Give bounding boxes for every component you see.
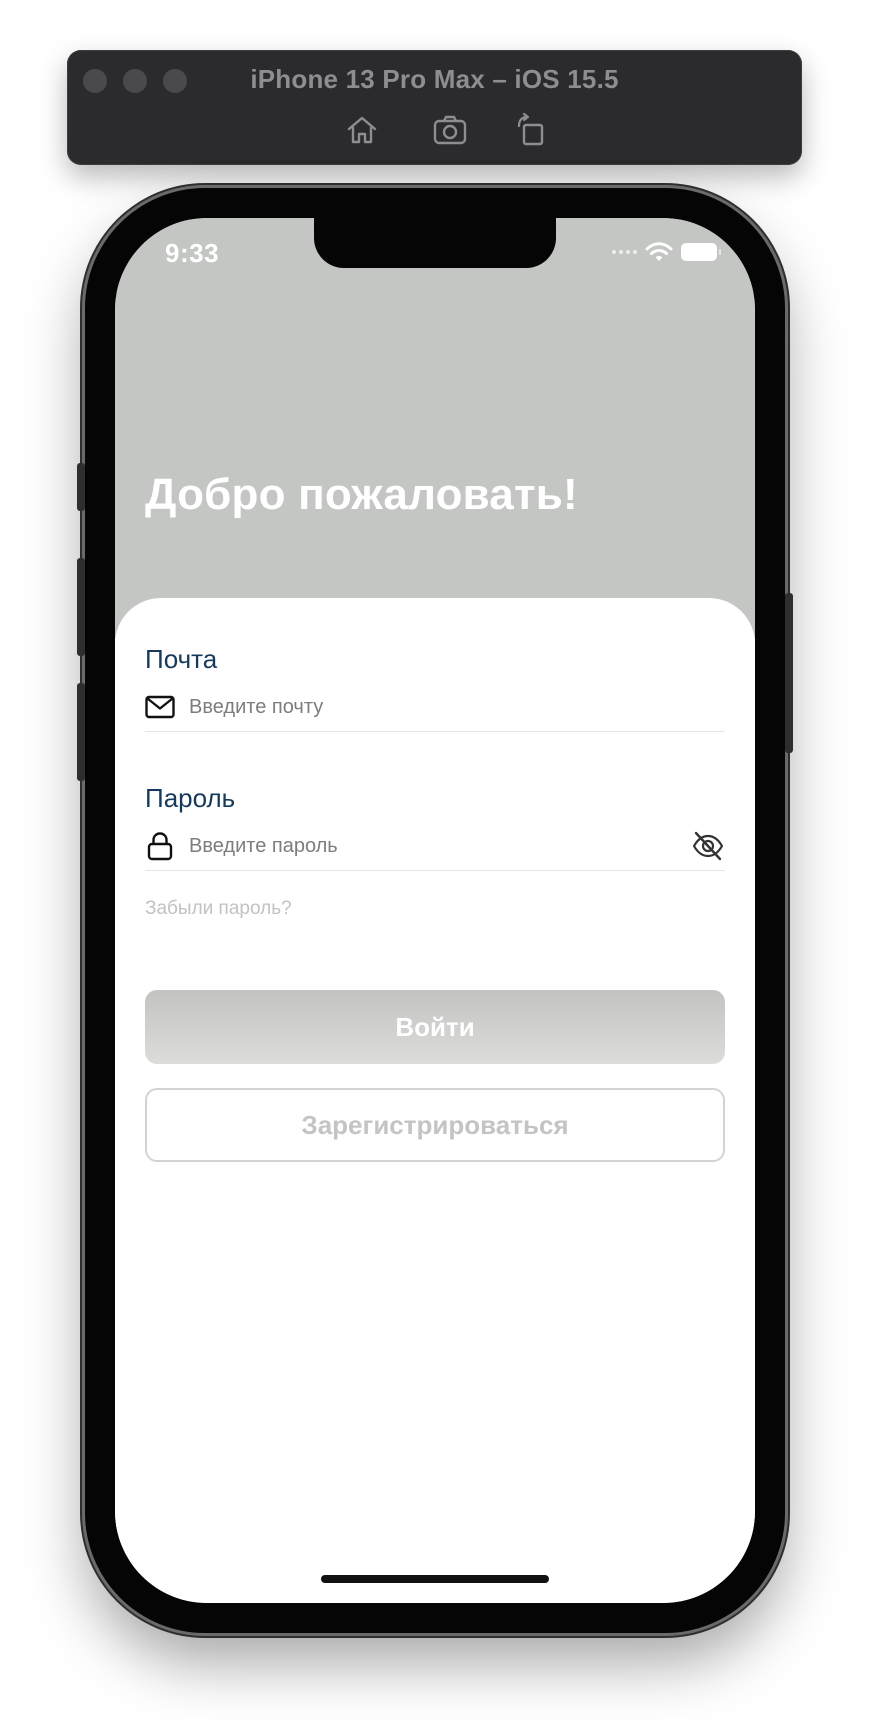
simulator-title-bar: iPhone 13 Pro Max – iOS 15.5 [67, 50, 802, 165]
wifi-icon [645, 242, 673, 261]
phone-screen: 9:33 Добро пожаловать! Почта Введите поч… [115, 218, 755, 1603]
volume-up-button [77, 558, 85, 656]
register-button[interactable]: Зарегистрироваться [145, 1088, 725, 1162]
screenshot-icon[interactable] [432, 112, 468, 148]
email-label: Почта [145, 644, 218, 674]
battery-icon [681, 243, 721, 261]
email-field[interactable] [189, 692, 669, 722]
mute-switch [77, 463, 85, 511]
volume-down-button [77, 683, 85, 781]
simulator-title: iPhone 13 Pro Max – iOS 15.5 [250, 64, 619, 94]
home-icon[interactable] [344, 112, 380, 148]
forgot-password-link[interactable]: Забыли пароль? [145, 898, 292, 920]
lock-icon [147, 832, 173, 861]
password-field-row [145, 825, 725, 871]
login-card: Почта Пароль [115, 598, 755, 1603]
page-title: Добро пожаловать! [145, 470, 578, 519]
status-icons [612, 240, 721, 264]
header-background: 9:33 Добро пожаловать! [115, 218, 755, 638]
home-indicator[interactable] [321, 1575, 549, 1583]
email-field-row [145, 686, 725, 732]
phone-frame: 9:33 Добро пожаловать! Почта Введите поч… [77, 188, 793, 1633]
status-time: 9:33 [165, 238, 220, 268]
password-field[interactable] [189, 831, 669, 861]
password-label: Пароль [145, 783, 236, 813]
rotate-icon[interactable] [513, 112, 549, 148]
login-button[interactable]: Войти [145, 990, 725, 1064]
notch [314, 218, 556, 268]
mail-icon [145, 695, 175, 719]
eye-slash-icon[interactable] [691, 829, 725, 863]
cellular-icon [612, 250, 637, 254]
power-button [785, 593, 793, 753]
